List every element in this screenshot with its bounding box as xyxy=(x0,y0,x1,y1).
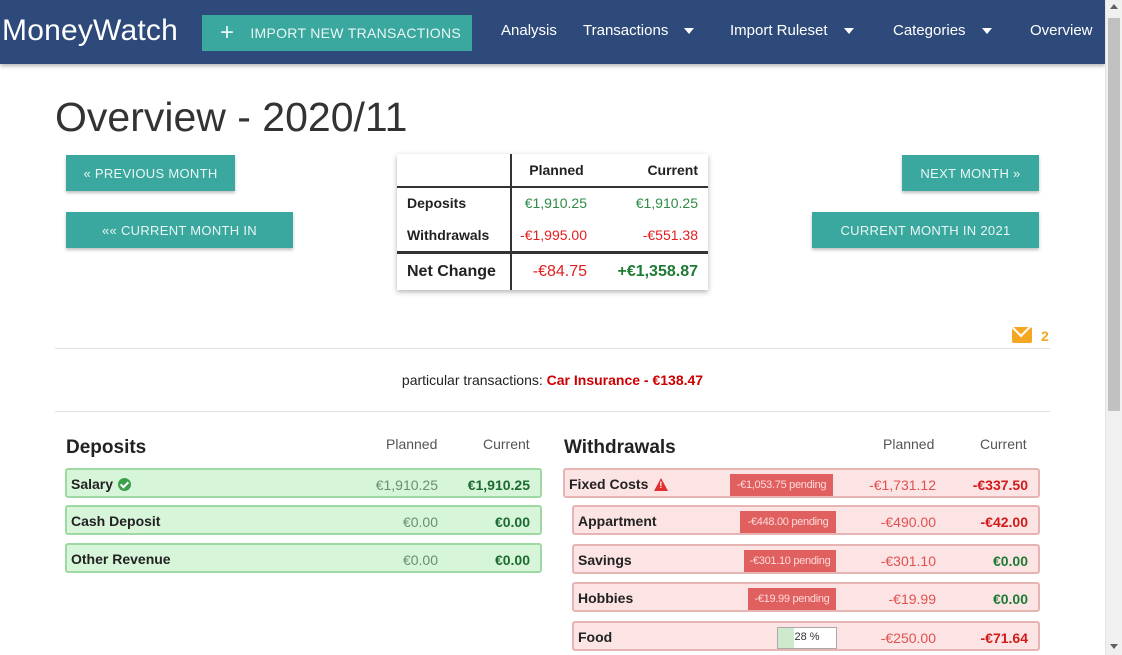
mail-icon[interactable] xyxy=(1012,327,1032,343)
category-planned: -€19.99 xyxy=(888,591,936,607)
page-title: Overview - 2020/11 xyxy=(55,94,408,140)
import-transactions-button[interactable]: + Import New Transactions xyxy=(202,15,472,51)
nav-categories[interactable]: Categories xyxy=(893,22,992,39)
category-savings[interactable]: Savings -€301.10 pending -€301.10 €0.00 xyxy=(572,544,1040,574)
withdrawals-planned-header: Planned xyxy=(883,436,935,452)
category-current: -€337.50 xyxy=(972,477,1028,493)
warning-icon xyxy=(654,477,669,491)
budget-progress-bar: 28 % xyxy=(777,627,837,649)
summary-label: Deposits xyxy=(397,186,512,219)
category-planned: -€301.10 xyxy=(880,553,936,569)
category-current: €0.00 xyxy=(494,552,530,568)
summary-current: -€551.38 xyxy=(601,218,708,254)
divider xyxy=(55,348,1050,349)
category-name: Appartment xyxy=(578,513,657,529)
category-current: €0.00 xyxy=(992,591,1028,607)
category-hobbies[interactable]: Hobbies -€19.99 pending -€19.99 €0.00 xyxy=(572,582,1040,612)
category-name: Hobbies xyxy=(578,590,634,606)
navbar: MoneyWatch + Import New Transactions Ana… xyxy=(0,0,1105,64)
summary-header-row: Planned Current xyxy=(397,154,708,188)
category-planned: -€1,731.12 xyxy=(869,477,936,493)
particular-transaction-link[interactable]: Car Insurance - €138.47 xyxy=(547,372,703,388)
category-name: Salary xyxy=(71,476,132,492)
summary-table: Planned Current Deposits €1,910.25 €1,91… xyxy=(397,154,708,290)
category-current: -€42.00 xyxy=(980,514,1028,530)
particular-transactions: particular transactions: Car Insurance -… xyxy=(0,372,1105,388)
chevron-down-icon xyxy=(843,27,854,34)
summary-current: €1,910.25 xyxy=(635,195,698,212)
next-month-button[interactable]: Next Month » xyxy=(902,155,1039,191)
divider xyxy=(55,411,1050,412)
category-planned: €0.00 xyxy=(402,552,438,568)
category-current: €0.00 xyxy=(992,553,1028,569)
current-month-in-next-year-button[interactable]: Current Month in 2021 xyxy=(812,212,1039,248)
category-planned: €0.00 xyxy=(402,514,438,530)
category-food[interactable]: Food 28 % -€250.00 -€71.64 xyxy=(572,621,1040,651)
nav-analysis-label: Analysis xyxy=(501,22,557,39)
category-planned: €1,910.25 xyxy=(375,477,438,493)
summary-planned: €1,910.25 xyxy=(524,195,587,212)
category-name: Food xyxy=(578,629,613,645)
check-circle-icon xyxy=(118,477,132,491)
pending-badge: -€301.10 pending xyxy=(744,550,836,572)
summary-label: Net Change xyxy=(397,252,512,290)
category-other-revenue[interactable]: Other Revenue €0.00 €0.00 xyxy=(65,543,542,573)
pending-badge: -€19.99 pending xyxy=(748,588,836,610)
category-name: Savings xyxy=(578,552,632,568)
nav-categories-label: Categories xyxy=(893,22,966,39)
particular-prefix: particular transactions: xyxy=(401,372,543,388)
withdrawals-title: Withdrawals xyxy=(564,437,676,458)
nav-overview[interactable]: Overview xyxy=(1030,22,1093,39)
category-current: €1,910.25 xyxy=(467,477,530,493)
scroll-down-arrow-icon[interactable] xyxy=(1110,644,1118,649)
nav-transactions[interactable]: Transactions xyxy=(583,22,695,39)
pending-badge: -€448.00 pending xyxy=(740,511,836,533)
deposits-current-header: Current xyxy=(483,436,530,452)
brand-logo[interactable]: MoneyWatch xyxy=(2,14,178,48)
nav-import-ruleset[interactable]: Import Ruleset xyxy=(730,22,854,39)
scroll-up-arrow-icon[interactable] xyxy=(1110,4,1118,9)
category-name: Other Revenue xyxy=(71,551,171,567)
previous-month-button[interactable]: « Previous Month xyxy=(66,155,235,191)
import-label: Import New Transactions xyxy=(250,25,462,41)
category-name: Fixed Costs xyxy=(569,476,669,492)
nav-import-ruleset-label: Import Ruleset xyxy=(730,22,828,39)
summary-current: +€1,358.87 xyxy=(617,262,698,280)
category-name-label: Fixed Costs xyxy=(569,476,649,492)
summary-row-deposits: Deposits €1,910.25 €1,910.25 xyxy=(397,186,708,219)
category-planned: -€250.00 xyxy=(880,630,936,646)
category-name: Cash Deposit xyxy=(71,513,161,529)
nav-overview-label: Overview xyxy=(1030,22,1093,39)
nav-analysis[interactable]: Analysis xyxy=(501,22,557,39)
notification-count[interactable]: 2 xyxy=(1041,328,1049,344)
plus-icon: + xyxy=(220,19,235,46)
summary-header-blank xyxy=(397,154,512,188)
category-salary[interactable]: Salary €1,910.25 €1,910.25 xyxy=(65,468,542,498)
category-appartment[interactable]: Appartment -€448.00 pending -€490.00 -€4… xyxy=(572,505,1040,535)
category-current: -€71.64 xyxy=(980,630,1028,646)
pending-badge: -€1,053.75 pending xyxy=(730,474,833,496)
summary-label: Withdrawals xyxy=(397,218,512,254)
withdrawals-current-header: Current xyxy=(980,436,1027,452)
category-cash-deposit[interactable]: Cash Deposit €0.00 €0.00 xyxy=(65,505,542,535)
vertical-scrollbar[interactable] xyxy=(1105,0,1122,655)
chevron-down-icon xyxy=(684,27,695,34)
category-fixed-costs[interactable]: Fixed Costs -€1,053.75 pending -€1,731.1… xyxy=(563,468,1040,498)
category-planned: -€490.00 xyxy=(880,514,936,530)
current-month-in-previous-year-button[interactable]: «« Current Month in xyxy=(66,212,293,248)
summary-planned: -€84.75 xyxy=(532,262,587,280)
deposits-planned-header: Planned xyxy=(386,436,438,452)
nav-transactions-label: Transactions xyxy=(583,22,669,39)
progress-label: 28 % xyxy=(794,631,820,643)
chevron-down-icon xyxy=(981,27,992,34)
category-current: €0.00 xyxy=(494,514,530,530)
summary-planned: -€1,995.00 xyxy=(511,218,601,254)
summary-header-planned: Planned xyxy=(511,154,601,188)
scroll-thumb[interactable] xyxy=(1108,18,1120,411)
summary-row-net-change: Net Change -€84.75 +€1,358.87 xyxy=(397,252,708,290)
summary-header-current: Current xyxy=(601,154,708,188)
deposits-title: Deposits xyxy=(66,437,147,458)
summary-row-withdrawals: Withdrawals -€1,995.00 -€551.38 xyxy=(397,218,708,254)
category-name-label: Salary xyxy=(71,476,114,492)
